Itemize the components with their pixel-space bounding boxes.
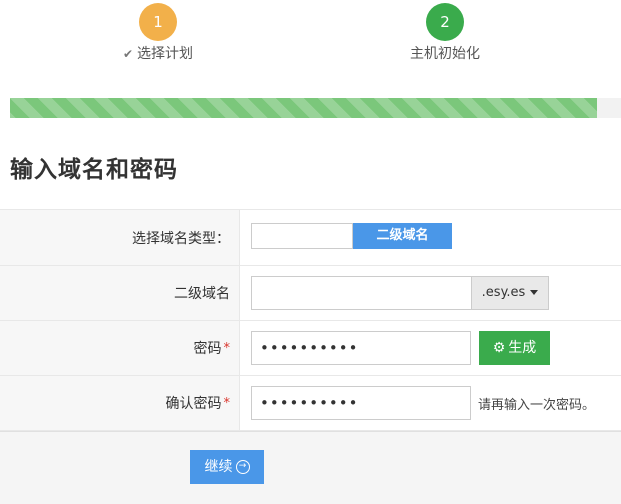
page-title: 输入域名和密码: [10, 157, 178, 183]
step-2-circle: 2: [426, 3, 464, 41]
credentials-form: 选择域名类型： 二级域名 二级域名 .esy.es 密码* ⚙生成: [0, 209, 621, 431]
confirm-label-cell: 确认密码 *: [0, 376, 240, 430]
caret-down-icon: [530, 290, 539, 295]
progress-bar: [10, 98, 621, 118]
confirm-label-wrap: 确认密码 *: [166, 376, 231, 430]
confirm-password-field: 请再输入一次密码。: [241, 376, 621, 430]
password-row: 密码* ⚙生成: [0, 321, 621, 376]
domain-type-label-cell: 选择域名类型：: [0, 210, 240, 265]
step-1: 1 ✔ 选择计划: [78, 3, 238, 64]
generate-password-button[interactable]: ⚙ 生成: [479, 331, 550, 365]
confirm-password-row: 确认密码* 请再输入一次密码。: [0, 376, 621, 431]
confirm-password-label: 确认密码: [165, 396, 222, 412]
progress-bar-fill: [10, 98, 597, 118]
domain-type-option-subdomain[interactable]: 二级域名: [353, 223, 452, 249]
step-indicator: 1 ✔ 选择计划 2 主机初始化: [0, 0, 621, 98]
password-field: ⚙生成: [241, 321, 621, 375]
domain-suffix-dropdown[interactable]: .esy.es: [471, 276, 549, 310]
step-2-label: 主机初始化: [410, 46, 480, 62]
password-input[interactable]: [251, 331, 471, 365]
domain-type-option-blank[interactable]: [251, 223, 353, 249]
gear-icon: ⚙: [492, 340, 506, 356]
subdomain-field: .esy.es: [241, 266, 621, 320]
step-2: 2 主机初始化: [365, 3, 525, 64]
password-label-wrap: 密码 *: [194, 321, 231, 375]
arrow-right-circle-icon: →: [235, 460, 250, 474]
domain-type-field: 二级域名: [241, 210, 621, 265]
form-footer: 继续 →: [0, 431, 621, 504]
required-mark: *: [223, 340, 231, 356]
step-1-label-row: ✔ 选择计划: [78, 44, 238, 64]
domain-type-row: 选择域名类型： 二级域名: [0, 210, 621, 266]
domain-type-label: 选择域名类型：: [132, 230, 230, 247]
required-mark: *: [223, 395, 231, 411]
continue-button[interactable]: 继续 →: [190, 450, 264, 484]
continue-label: 继续: [204, 459, 233, 475]
checkmark-icon: ✔: [122, 47, 134, 61]
step-1-label: 选择计划: [137, 46, 194, 62]
password-label-cell: 密码 *: [0, 321, 240, 375]
generate-label: 生成: [508, 340, 537, 356]
password-label: 密码: [193, 341, 222, 357]
step-1-circle: 1: [139, 3, 177, 41]
subdomain-input[interactable]: [251, 276, 471, 310]
subdomain-row: 二级域名 .esy.es: [0, 266, 621, 321]
subdomain-label: 二级域名: [174, 286, 230, 302]
confirm-password-input[interactable]: [251, 386, 471, 420]
domain-suffix-label: .esy.es: [481, 285, 526, 300]
subdomain-label-cell: 二级域名: [0, 266, 240, 320]
confirm-password-hint: 请再输入一次密码。: [478, 397, 596, 413]
